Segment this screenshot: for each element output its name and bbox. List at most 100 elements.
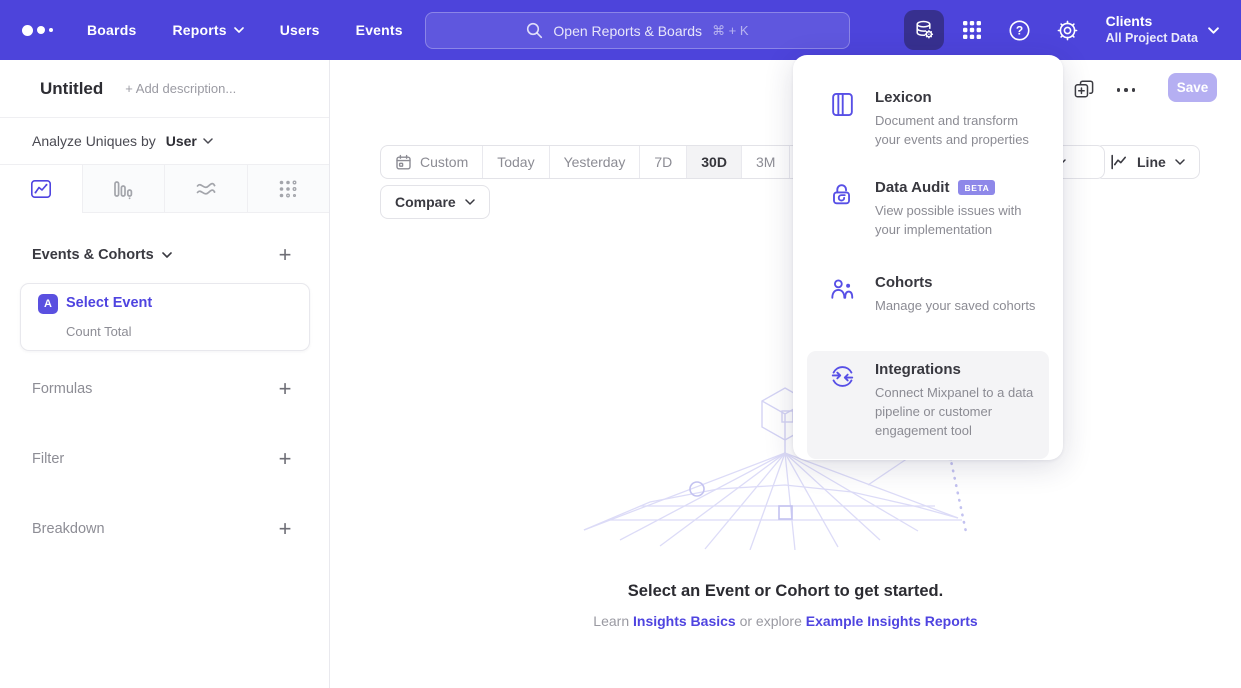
data-audit-icon [829,181,856,208]
date-range-yesterday[interactable]: Yesterday [549,146,640,178]
save-button[interactable]: Save [1168,73,1217,102]
events-cohorts-dropdown[interactable]: Events & Cohorts [32,247,172,263]
nav-boards[interactable]: Boards [87,22,136,38]
nav-users-label: Users [280,22,320,38]
line-chart-icon [30,178,52,200]
search-input[interactable]: Open Reports & Boards ⌘ + K [425,12,850,49]
settings-button[interactable] [1048,10,1088,50]
analyze-row: Analyze Uniques by User [0,118,329,165]
select-event-label[interactable]: Select Event [66,295,152,311]
integrations-title: Integrations [875,361,961,378]
event-card[interactable]: A Select Event Count Total [20,283,310,351]
date-range-3m-label: 3M [756,154,775,170]
date-range-30d[interactable]: 30D [686,146,741,178]
help-icon: ? [1008,19,1031,42]
filter-section: Filter + [32,451,299,467]
nav-reports[interactable]: Reports [172,22,243,38]
menu-item-cohorts[interactable]: Cohorts Manage your saved cohorts [807,264,1049,325]
report-title-row: Untitled + Add description... [0,60,329,118]
project-selector[interactable]: Clients All Project Data [1106,13,1219,46]
tab-bar-chart[interactable] [82,165,165,213]
chart-type-label: Line [1137,154,1166,170]
add-filter-button[interactable]: + [271,445,299,473]
query-builder-sidebar: Untitled + Add description... Analyze Un… [0,60,330,688]
add-breakdown-button[interactable]: + [271,515,299,543]
events-cohorts-header: Events & Cohorts + [32,247,299,263]
apps-grid-button[interactable] [952,10,992,50]
tab-flow-chart[interactable] [164,165,247,213]
data-audit-description: View possible issues with your implement… [875,201,1039,239]
beta-badge: BETA [958,180,995,195]
compare-dropdown[interactable]: Compare [380,185,490,219]
analyze-by-dropdown[interactable]: User [166,133,213,149]
line-chart-icon [1110,153,1128,171]
calendar-icon [395,154,412,171]
breakdown-section: Breakdown + [32,521,299,537]
nav-events-label: Events [356,22,403,38]
nav-users[interactable]: Users [280,22,320,38]
menu-item-integrations[interactable]: Integrations Connect Mixpanel to a data … [807,351,1049,459]
date-range-3m[interactable]: 3M [741,146,789,178]
database-gear-icon [912,18,936,42]
metric-dots-icon [277,178,299,200]
analyze-by-value: User [166,133,197,149]
count-total-label[interactable]: Count Total [66,324,132,339]
chart-type-dropdown[interactable]: Line [1095,145,1200,179]
lexicon-description: Document and transform your events and p… [875,111,1039,149]
events-cohorts-label: Events & Cohorts [32,247,154,263]
add-event-button[interactable]: + [271,241,299,269]
flow-icon [195,178,217,200]
example-insights-reports-link[interactable]: Example Insights Reports [806,613,978,629]
insights-basics-link[interactable]: Insights Basics [633,613,736,629]
duplicate-report-button[interactable] [1068,74,1100,106]
report-title[interactable]: Untitled [40,79,103,99]
tab-metrics[interactable] [247,165,330,213]
data-management-menu: Lexicon Document and transform your even… [793,55,1063,460]
help-button[interactable]: ? [1000,10,1040,50]
search-placeholder: Open Reports & Boards [553,23,702,39]
chevron-down-icon [465,199,475,205]
chevron-down-icon [162,252,172,258]
tab-line-chart[interactable] [0,165,82,213]
learn-prefix: Learn [593,613,629,629]
date-range-control: Custom Today Yesterday 7D 30D 3M 6M [380,145,839,179]
analyze-label: Analyze Uniques by [32,133,156,149]
date-range-30d-label: 30D [701,154,727,170]
or-explore-text: or explore [740,613,802,629]
compare-label: Compare [395,194,456,210]
menu-item-lexicon[interactable]: Lexicon Document and transform your even… [807,79,1049,159]
formulas-label: Formulas [32,381,92,397]
mixpanel-app: Boards Reports Users Events Open Reports… [0,0,1241,688]
primary-nav: Boards Reports Users Events [87,22,403,38]
top-nav: Boards Reports Users Events Open Reports… [0,0,1241,60]
more-options-button[interactable] [1110,74,1142,106]
date-range-custom[interactable]: Custom [381,146,482,178]
data-management-button[interactable] [904,10,944,50]
date-range-7d-label: 7D [654,154,672,170]
visualization-tabs [0,165,329,213]
org-name: Clients [1106,13,1198,31]
report-canvas: Save Custom Today Yesterday 7D 30D 3M 6M… [330,60,1241,688]
project-name: All Project Data [1106,31,1198,47]
mixpanel-logo-icon[interactable] [22,25,53,36]
lexicon-book-icon [829,91,856,118]
cohorts-description: Manage your saved cohorts [875,296,1035,315]
nav-events[interactable]: Events [356,22,403,38]
integrations-icon [829,363,856,390]
breakdown-label: Breakdown [32,521,105,537]
nav-reports-label: Reports [172,22,226,38]
grid-icon [962,20,982,40]
event-letter-badge: A [38,294,58,314]
search-icon [526,22,543,39]
menu-item-data-audit[interactable]: Data Audit BETA View possible issues wit… [807,169,1049,249]
add-formula-button[interactable]: + [271,375,299,403]
copy-plus-icon [1073,79,1095,101]
filter-label: Filter [32,451,64,467]
date-range-7d[interactable]: 7D [639,146,686,178]
empty-state-links: Learn Insights Basics or explore Example… [330,613,1241,629]
ellipsis-icon [1117,88,1136,92]
add-description-field[interactable]: + Add description... [125,81,236,96]
chevron-down-icon [1175,159,1185,165]
date-range-today[interactable]: Today [482,146,548,178]
empty-state-title: Select an Event or Cohort to get started… [330,582,1241,601]
